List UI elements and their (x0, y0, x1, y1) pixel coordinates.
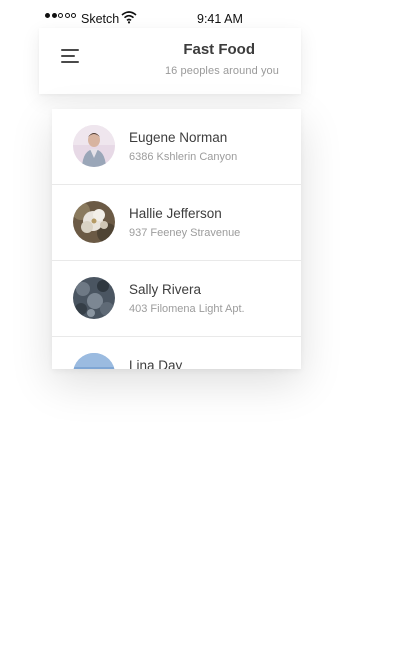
hamburger-menu-icon[interactable] (59, 46, 83, 66)
sky-photo-icon (73, 353, 115, 369)
status-bar: Sketch 9:41 AM (39, 8, 301, 30)
signal-strength-icon (45, 13, 76, 18)
page-subtitle: 16 peoples around you (164, 65, 279, 77)
person-address: 937 Feeney Stravenue (129, 227, 241, 239)
list-item[interactable]: Lina Day (52, 337, 301, 369)
person-name: Sally Rivera (129, 282, 202, 297)
flower-photo-icon (73, 201, 115, 243)
avatar (73, 353, 115, 369)
dark-texture-photo-icon (73, 277, 115, 319)
avatar (73, 125, 115, 167)
status-time: 9:41 AM (197, 12, 243, 26)
person-address: 6386 Kshlerin Canyon (129, 151, 238, 163)
app-header: Fast Food 16 peoples around you (39, 28, 301, 94)
person-name: Lina Day (129, 358, 183, 369)
avatar (73, 201, 115, 243)
person-address: 403 Filomena Light Apt. (129, 303, 245, 315)
app-screen: Sketch 9:41 AM Fast Food 16 peoples arou… (0, 0, 400, 650)
carrier-name: Sketch (81, 12, 120, 26)
person-name: Eugene Norman (129, 130, 228, 145)
list-item[interactable]: Eugene Norman 6386 Kshlerin Canyon (52, 109, 301, 185)
people-list: Eugene Norman 6386 Kshlerin Canyon Halli… (52, 109, 301, 369)
portrait-photo-icon (73, 125, 115, 167)
list-item[interactable]: Sally Rivera 403 Filomena Light Apt. (52, 261, 301, 337)
list-item[interactable]: Hallie Jefferson 937 Feeney Stravenue (52, 185, 301, 261)
person-name: Hallie Jefferson (129, 206, 222, 221)
wifi-icon (121, 10, 137, 24)
page-title: Fast Food (183, 41, 255, 58)
avatar (73, 277, 115, 319)
